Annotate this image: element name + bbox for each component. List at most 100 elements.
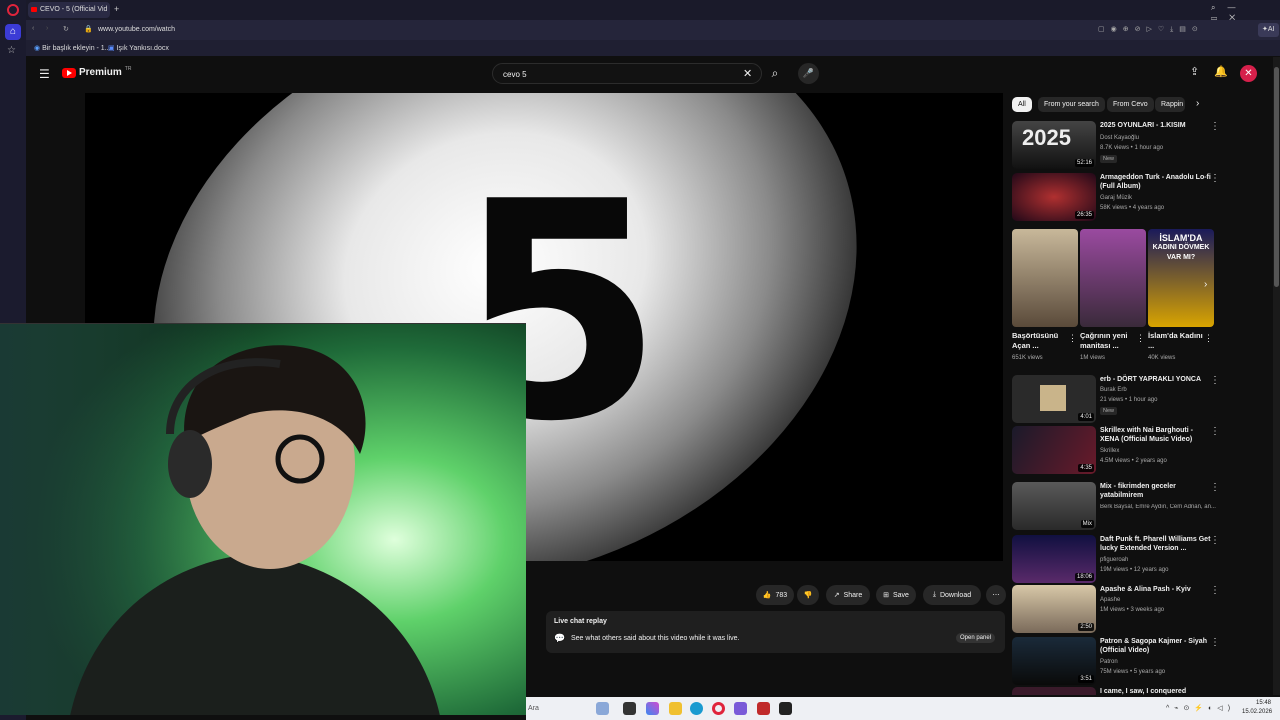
opera-icon[interactable] bbox=[712, 702, 725, 715]
clock-time[interactable]: 15:48 bbox=[1256, 700, 1271, 706]
channel-name: Burak Erb bbox=[1100, 387, 1127, 393]
video-thumbnail bbox=[1012, 687, 1096, 695]
taskbar-app-icon[interactable] bbox=[779, 702, 792, 715]
short-thumbnail[interactable]: İSLAM'DA KADINI DÖVMEK VAR MI? bbox=[1148, 229, 1214, 327]
taskbar-app-icon[interactable] bbox=[596, 702, 609, 715]
save-button[interactable]: ⊞ Save bbox=[876, 585, 916, 605]
more-vert-icon[interactable]: ⋮ bbox=[1210, 121, 1220, 132]
video-thumbnail: 26:35 bbox=[1012, 173, 1096, 221]
home-icon[interactable]: ⌂ bbox=[5, 24, 21, 40]
more-actions-button[interactable]: ⋯ bbox=[986, 585, 1006, 605]
more-vert-icon[interactable]: ⋮ bbox=[1210, 482, 1220, 493]
recommendation-item[interactable]: 3:51 Patron & Sagopa Kajmer - Siyah (Off… bbox=[1012, 637, 1222, 687]
video-thumbnail: 18:06 bbox=[1012, 535, 1096, 583]
chip-rapping[interactable]: Rappin bbox=[1155, 97, 1185, 112]
menu-icon[interactable]: ☰ bbox=[39, 67, 50, 81]
chip-from-search[interactable]: From your search bbox=[1038, 97, 1105, 112]
recommendation-item[interactable]: 2:50 Apashe & Alina Pash - Kyiv Apashe 1… bbox=[1012, 585, 1222, 635]
video-title: Armageddon Turk - Anadolu Lo-fi (Full Al… bbox=[1100, 174, 1211, 190]
channel-name: pfigueroah bbox=[1100, 557, 1129, 563]
live-chat-title: Live chat replay bbox=[554, 618, 607, 625]
more-vert-icon[interactable]: ⋮ bbox=[1210, 375, 1220, 386]
taskbar-app-icon[interactable] bbox=[757, 702, 770, 715]
taskbar-app-icon[interactable] bbox=[646, 702, 659, 715]
taskbar: Ara ^⌁⊙⚡◐◁) 15:48 15.02.2026 bbox=[526, 697, 1280, 720]
short-views: 1M views bbox=[1080, 355, 1106, 361]
video-title: 2025 OYUNLARI - 1.KISIM bbox=[1100, 122, 1186, 129]
forward-icon[interactable]: › bbox=[46, 25, 48, 32]
avatar[interactable]: ✕ bbox=[1240, 65, 1257, 82]
video-title: I came, I saw, I conquered bbox=[1100, 688, 1187, 695]
create-icon[interactable]: ⇪ bbox=[1190, 65, 1199, 78]
short-more-icon[interactable]: ⋮ bbox=[1068, 333, 1077, 344]
download-button[interactable]: ⤓ Download bbox=[923, 585, 981, 605]
short-views: 651K views bbox=[1012, 355, 1043, 361]
short-overlay-line: KADINI DÖVMEK bbox=[1152, 244, 1210, 251]
file-explorer-icon[interactable] bbox=[669, 702, 682, 715]
system-tray-icons[interactable]: ^⌁⊙⚡◐◁) bbox=[1166, 704, 1235, 712]
reload-icon[interactable]: ↻ bbox=[63, 25, 69, 33]
short-thumbnail[interactable] bbox=[1080, 229, 1146, 327]
chip-all[interactable]: All bbox=[1012, 97, 1032, 112]
tab-active[interactable]: CEVO - 5 (Official Vid bbox=[28, 2, 110, 18]
chip-from-cevo[interactable]: From Cevo bbox=[1107, 97, 1154, 112]
short-more-icon[interactable]: ⋮ bbox=[1204, 333, 1213, 344]
recommendation-item[interactable]: Mix Mix - fikrimden geceler yatabilmirem… bbox=[1012, 482, 1222, 532]
logo-text: Premium bbox=[79, 67, 122, 78]
recommendation-item[interactable]: 18:06 Daft Punk ft. Pharell Williams Get… bbox=[1012, 535, 1222, 585]
more-vert-icon[interactable]: ⋮ bbox=[1210, 535, 1220, 546]
ai-button[interactable]: ✦AI bbox=[1258, 23, 1279, 37]
bookmark-1[interactable]: ◉ Bir başlık ekleyin - 1... bbox=[34, 44, 111, 52]
more-vert-icon[interactable]: ⋮ bbox=[1210, 426, 1220, 437]
notifications-bell-icon[interactable]: 🔔 bbox=[1214, 65, 1228, 78]
clear-search-icon[interactable]: ✕ bbox=[743, 67, 752, 80]
back-icon[interactable]: ‹ bbox=[32, 25, 34, 32]
bookmark-2[interactable]: ▣ Işık Yankısı.docx bbox=[108, 44, 169, 52]
video-meta: 58K views • 4 years ago bbox=[1100, 205, 1165, 211]
like-button[interactable]: 👍 783 bbox=[756, 585, 794, 605]
search-input[interactable]: cevo 5 ✕ bbox=[492, 63, 762, 84]
channel-name: Skrillex bbox=[1100, 448, 1120, 454]
dislike-button[interactable]: 👎 bbox=[797, 585, 819, 605]
taskbar-app-icon[interactable] bbox=[623, 702, 636, 715]
clock-date[interactable]: 15.02.2026 bbox=[1242, 709, 1272, 715]
thumb-up-icon: 👍 bbox=[762, 592, 772, 599]
recommendation-item[interactable]: 4:01 erb - DÖRT YAPRAKLI YONCA Burak Erb… bbox=[1012, 375, 1222, 425]
taskbar-app-icon[interactable] bbox=[734, 702, 747, 715]
voice-search-icon[interactable]: 🎤 bbox=[798, 63, 819, 84]
live-chat-desc: See what others said about this video wh… bbox=[571, 635, 740, 642]
opera-logo-icon[interactable] bbox=[7, 4, 19, 16]
channel-name: Dost Kayaoğlu bbox=[1100, 135, 1140, 141]
webcam-overlay bbox=[0, 323, 526, 715]
duration-badge: 2:50 bbox=[1078, 623, 1094, 631]
more-vert-icon[interactable]: ⋮ bbox=[1210, 173, 1220, 184]
url-field[interactable]: www.youtube.com/watch bbox=[98, 26, 175, 33]
youtube-logo[interactable]: Premium TR bbox=[62, 65, 132, 78]
recommendation-item[interactable]: 4:35 Skrillex with Nai Barghouti - XENA … bbox=[1012, 426, 1222, 476]
recommendation-item[interactable]: 2025 52:16 2025 OYUNLARI - 1.KISIM Dost … bbox=[1012, 121, 1222, 171]
browser-toolbar-icons[interactable]: ▢◉⊕⊘▷♡⤓▤⊙ bbox=[1098, 25, 1204, 34]
star-icon[interactable]: ☆ bbox=[7, 45, 16, 56]
video-thumbnail: Mix bbox=[1012, 482, 1096, 530]
edge-icon[interactable] bbox=[690, 702, 703, 715]
open-panel-button[interactable]: Open panel bbox=[956, 633, 996, 643]
logo-country: TR bbox=[124, 65, 132, 72]
recommendation-item[interactable]: 26:35 Armageddon Turk - Anadolu Lo-fi (F… bbox=[1012, 173, 1222, 223]
video-meta: 21 views • 1 hour ago bbox=[1100, 397, 1158, 403]
recommendation-item[interactable]: I came, I saw, I conquered bbox=[1012, 687, 1222, 695]
short-thumbnail[interactable] bbox=[1012, 229, 1078, 327]
video-meta: 4.5M views • 2 years ago bbox=[1100, 458, 1167, 464]
share-button[interactable]: ↗ Share bbox=[826, 585, 870, 605]
duration-badge: 26:35 bbox=[1074, 211, 1094, 219]
search-value: cevo 5 bbox=[503, 70, 527, 79]
duration-badge: Mix bbox=[1080, 520, 1094, 528]
shorts-next-icon[interactable]: › bbox=[1204, 279, 1207, 290]
search-button[interactable]: ⌕ bbox=[764, 63, 786, 84]
page-scrollbar[interactable] bbox=[1273, 57, 1280, 695]
taskbar-search[interactable]: Ara bbox=[528, 705, 539, 712]
more-vert-icon[interactable]: ⋮ bbox=[1210, 637, 1220, 648]
chips-next-icon[interactable]: › bbox=[1196, 98, 1199, 109]
new-tab-button[interactable]: + bbox=[114, 4, 119, 14]
more-vert-icon[interactable]: ⋮ bbox=[1210, 585, 1220, 596]
short-more-icon[interactable]: ⋮ bbox=[1136, 333, 1145, 344]
